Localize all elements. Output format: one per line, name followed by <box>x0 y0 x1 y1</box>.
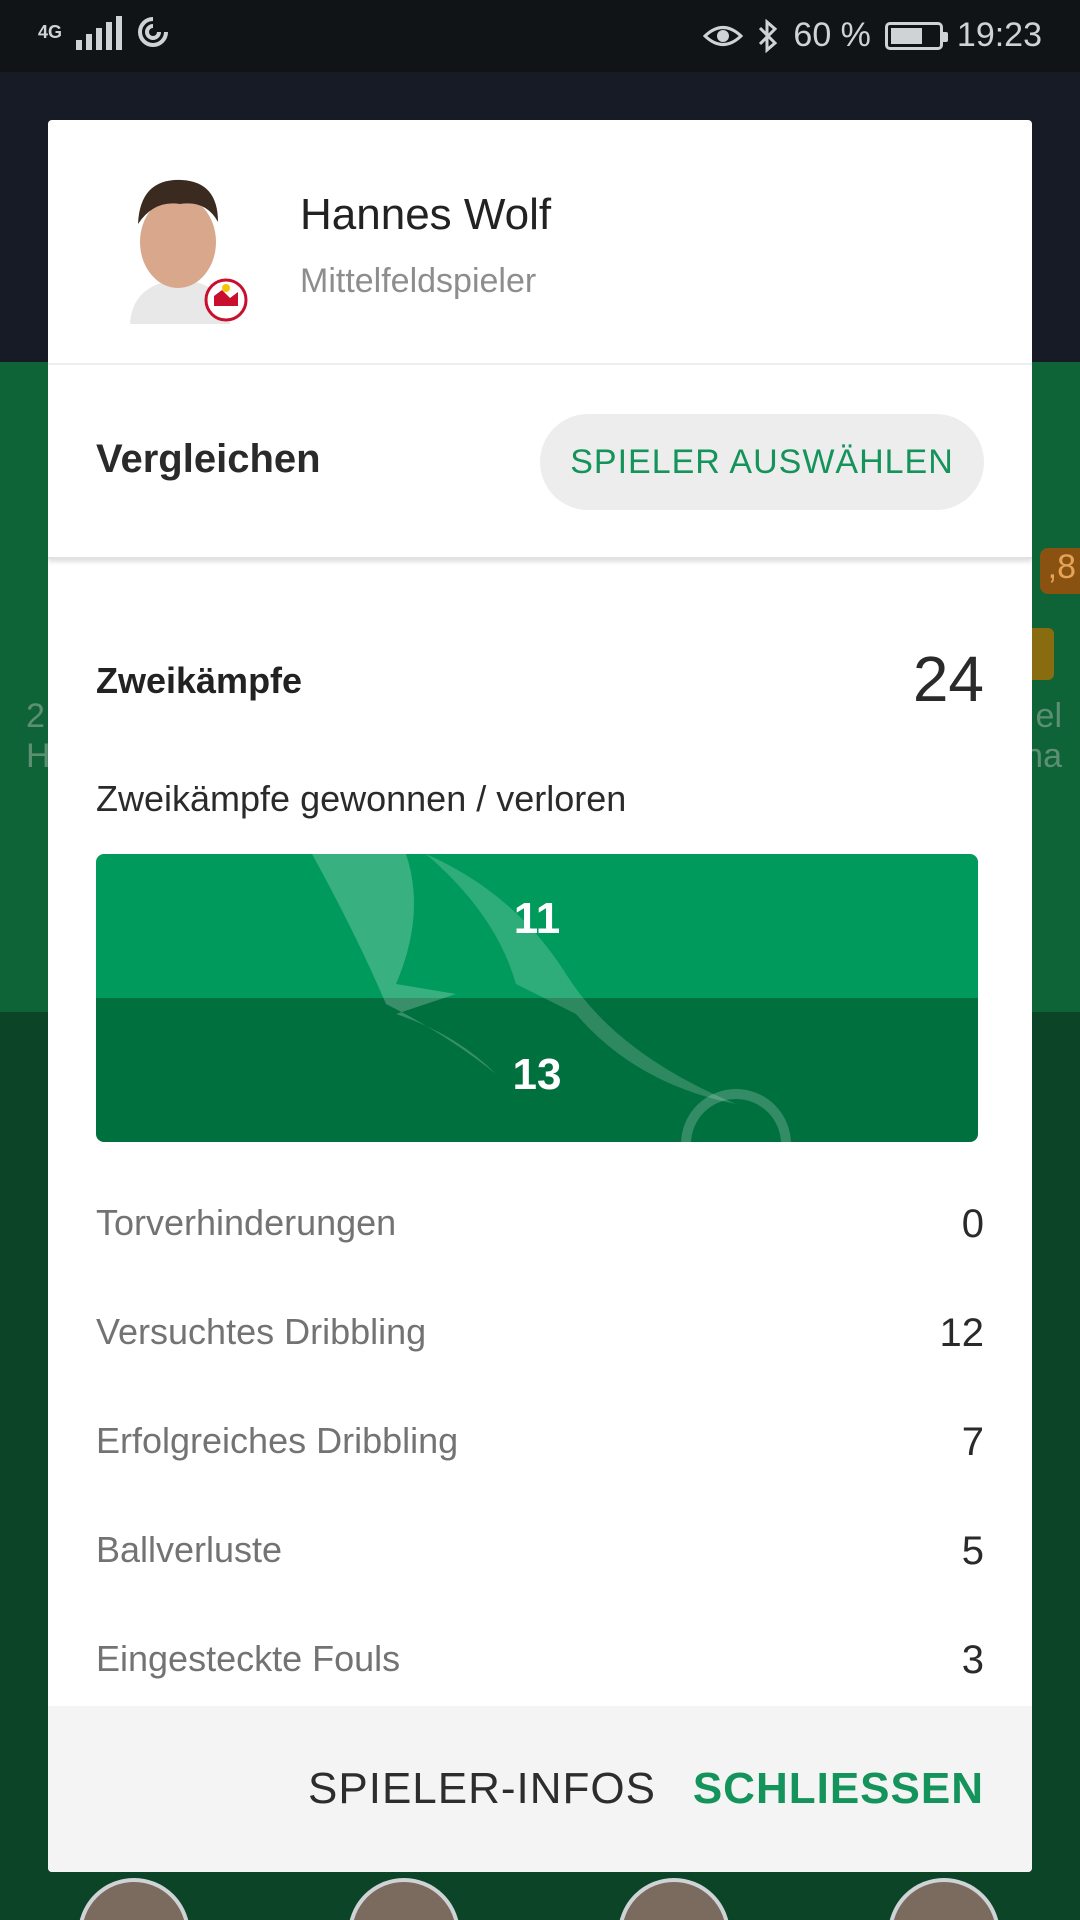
duels-title: Zweikämpfe <box>96 660 303 701</box>
dialog-footer: SPIELER-INFOS SCHLIESSEN <box>48 1706 1032 1872</box>
background-rating-chip: ,8 <box>1040 548 1080 594</box>
compare-label: Vergleichen <box>96 437 321 481</box>
status-left: 4G <box>38 14 170 50</box>
battery-fill <box>890 27 923 44</box>
battery-percent: 60 % <box>793 16 871 54</box>
background-text-left-2: H <box>26 737 51 775</box>
signal-icon <box>76 14 123 50</box>
status-bar: 4G 60 % 19:23 <box>0 0 1080 72</box>
stat-label: Eingesteckte Fouls <box>96 1638 401 1679</box>
stat-row: Torverhinderungen 0 <box>96 1196 984 1256</box>
stat-row: Eingesteckte Fouls 3 <box>96 1632 984 1692</box>
status-right: 60 % 19:23 <box>703 16 1042 55</box>
bluetooth-icon <box>759 18 778 53</box>
clock: 19:23 <box>956 16 1042 54</box>
stat-label: Erfolgreiches Dribbling <box>96 1420 459 1461</box>
stat-value: 12 <box>939 1311 985 1355</box>
player-position: Mittelfeldspieler <box>300 262 537 300</box>
stat-value: 3 <box>961 1638 984 1682</box>
close-button[interactable]: SCHLIESSEN <box>693 1764 984 1814</box>
player-info-button[interactable]: SPIELER-INFOS <box>308 1764 656 1814</box>
stat-row: Erfolgreiches Dribbling 7 <box>96 1414 984 1474</box>
stat-value: 5 <box>961 1529 984 1573</box>
sync-icon <box>138 17 169 47</box>
compare-section: Vergleichen SPIELER AUSWÄHLEN <box>48 365 1032 559</box>
stat-value: 7 <box>961 1420 984 1464</box>
duels-subtitle: Zweikämpfe gewonnen / verloren <box>96 778 627 819</box>
player-header: Hannes Wolf Mittelfeldspieler <box>48 120 1032 365</box>
select-player-button[interactable]: SPIELER AUSWÄHLEN <box>540 414 984 510</box>
duels-chart: 11 13 <box>96 854 978 1142</box>
background-text-left: 2 H <box>26 696 51 776</box>
duels-total: 24 <box>912 643 984 715</box>
stat-row: Ballverluste 5 <box>96 1523 984 1583</box>
stat-value: 0 <box>961 1202 984 1246</box>
network-type: 4G <box>38 22 63 42</box>
duels-lost-value: 13 <box>512 1050 562 1099</box>
player-avatar <box>130 179 248 324</box>
stat-label: Torverhinderungen <box>96 1202 397 1243</box>
stat-label: Ballverluste <box>96 1529 283 1570</box>
eye-icon <box>703 25 744 46</box>
player-stats-dialog: Hannes Wolf Mittelfeldspieler Vergleiche… <box>48 120 1032 1872</box>
stat-row: Versuchtes Dribbling 12 <box>96 1305 984 1365</box>
player-name: Hannes Wolf <box>300 190 552 239</box>
duels-won-value: 11 <box>513 894 561 943</box>
background-text-left-1: 2 <box>26 697 45 735</box>
stat-label: Versuchtes Dribbling <box>96 1311 427 1352</box>
battery-icon <box>884 21 948 50</box>
